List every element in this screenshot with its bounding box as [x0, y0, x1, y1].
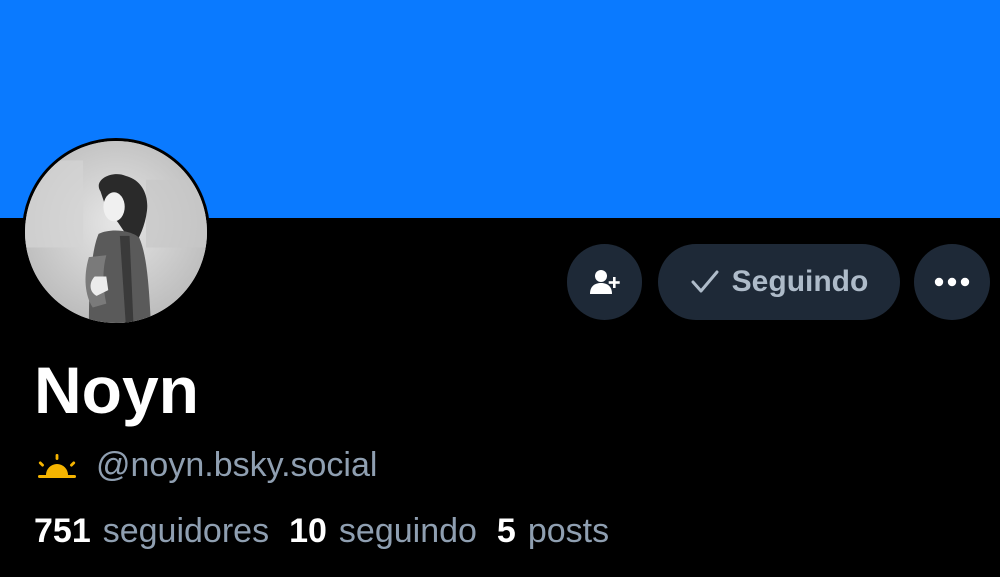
display-name: Noyn [34, 353, 199, 427]
profile-page: Seguindo Noyn @noyn.bsky.social 751 segu… [0, 0, 1000, 577]
posts-count: 5 [496, 512, 516, 550]
followers-stat[interactable]: 751 seguidores [34, 512, 269, 551]
posts-stat: 5 posts [497, 512, 609, 551]
following-button[interactable]: Seguindo [658, 244, 900, 320]
ellipsis-icon [934, 277, 970, 287]
avatar[interactable] [22, 138, 210, 326]
posts-label: posts [527, 512, 610, 550]
check-icon [690, 269, 720, 295]
following-stat[interactable]: 10 seguindo [289, 512, 477, 551]
following-stat-label: seguindo [338, 512, 477, 550]
profile-stats: 751 seguidores 10 seguindo 5 posts [34, 512, 629, 551]
following-label: Seguindo [731, 265, 869, 298]
sunrise-icon [38, 453, 76, 478]
following-count: 10 [289, 512, 327, 550]
more-options-button[interactable] [914, 244, 990, 320]
handle[interactable]: @noyn.bsky.social [96, 446, 377, 485]
add-user-icon [589, 270, 620, 294]
followers-count: 751 [34, 512, 91, 550]
handle-row: @noyn.bsky.social [36, 446, 377, 485]
avatar-image [25, 141, 207, 323]
add-user-button[interactable] [567, 244, 642, 320]
followers-label: seguidores [102, 512, 270, 550]
